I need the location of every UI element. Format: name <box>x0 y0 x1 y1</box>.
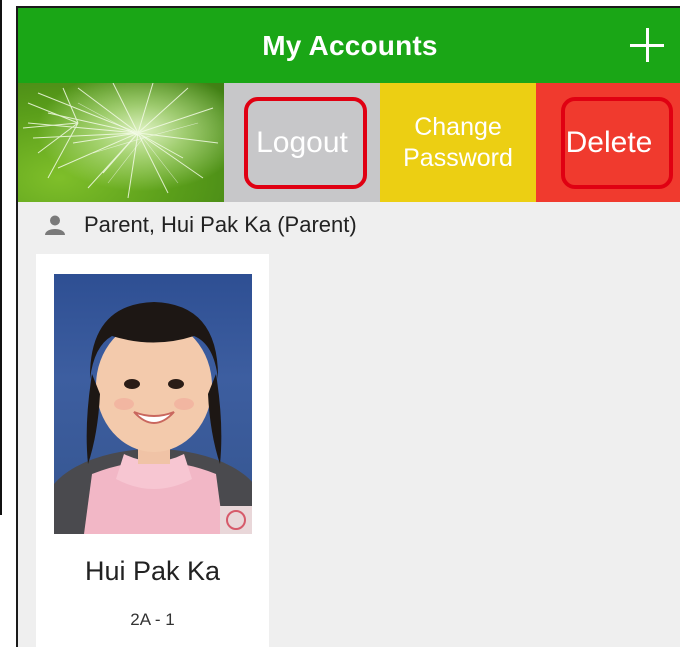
page-title: My Accounts <box>262 30 438 61</box>
delete-highlight-box <box>561 97 673 189</box>
logout-highlight-box <box>244 97 367 189</box>
plus-icon[interactable] <box>630 28 664 62</box>
student-card[interactable]: Hui Pak Ka 2A - 1 <box>36 254 269 647</box>
account-owner-label: Parent, Hui Pak Ka (Parent) <box>84 212 357 237</box>
change-password-button[interactable]: Change Password <box>380 83 536 202</box>
person-icon <box>45 215 65 235</box>
account-banner-image <box>18 83 224 202</box>
app-screen: My Accounts Logout Change Password Delet… <box>16 6 680 647</box>
student-photo <box>54 274 252 534</box>
student-name: Hui Pak Ka <box>84 556 221 586</box>
account-owner-row: Parent, Hui Pak Ka (Parent) <box>18 202 680 248</box>
student-class: 2A - 1 <box>130 610 175 629</box>
navigation-bar: My Accounts <box>18 8 680 83</box>
window-frame-left <box>0 0 2 515</box>
change-password-label: Change Password <box>403 112 513 172</box>
